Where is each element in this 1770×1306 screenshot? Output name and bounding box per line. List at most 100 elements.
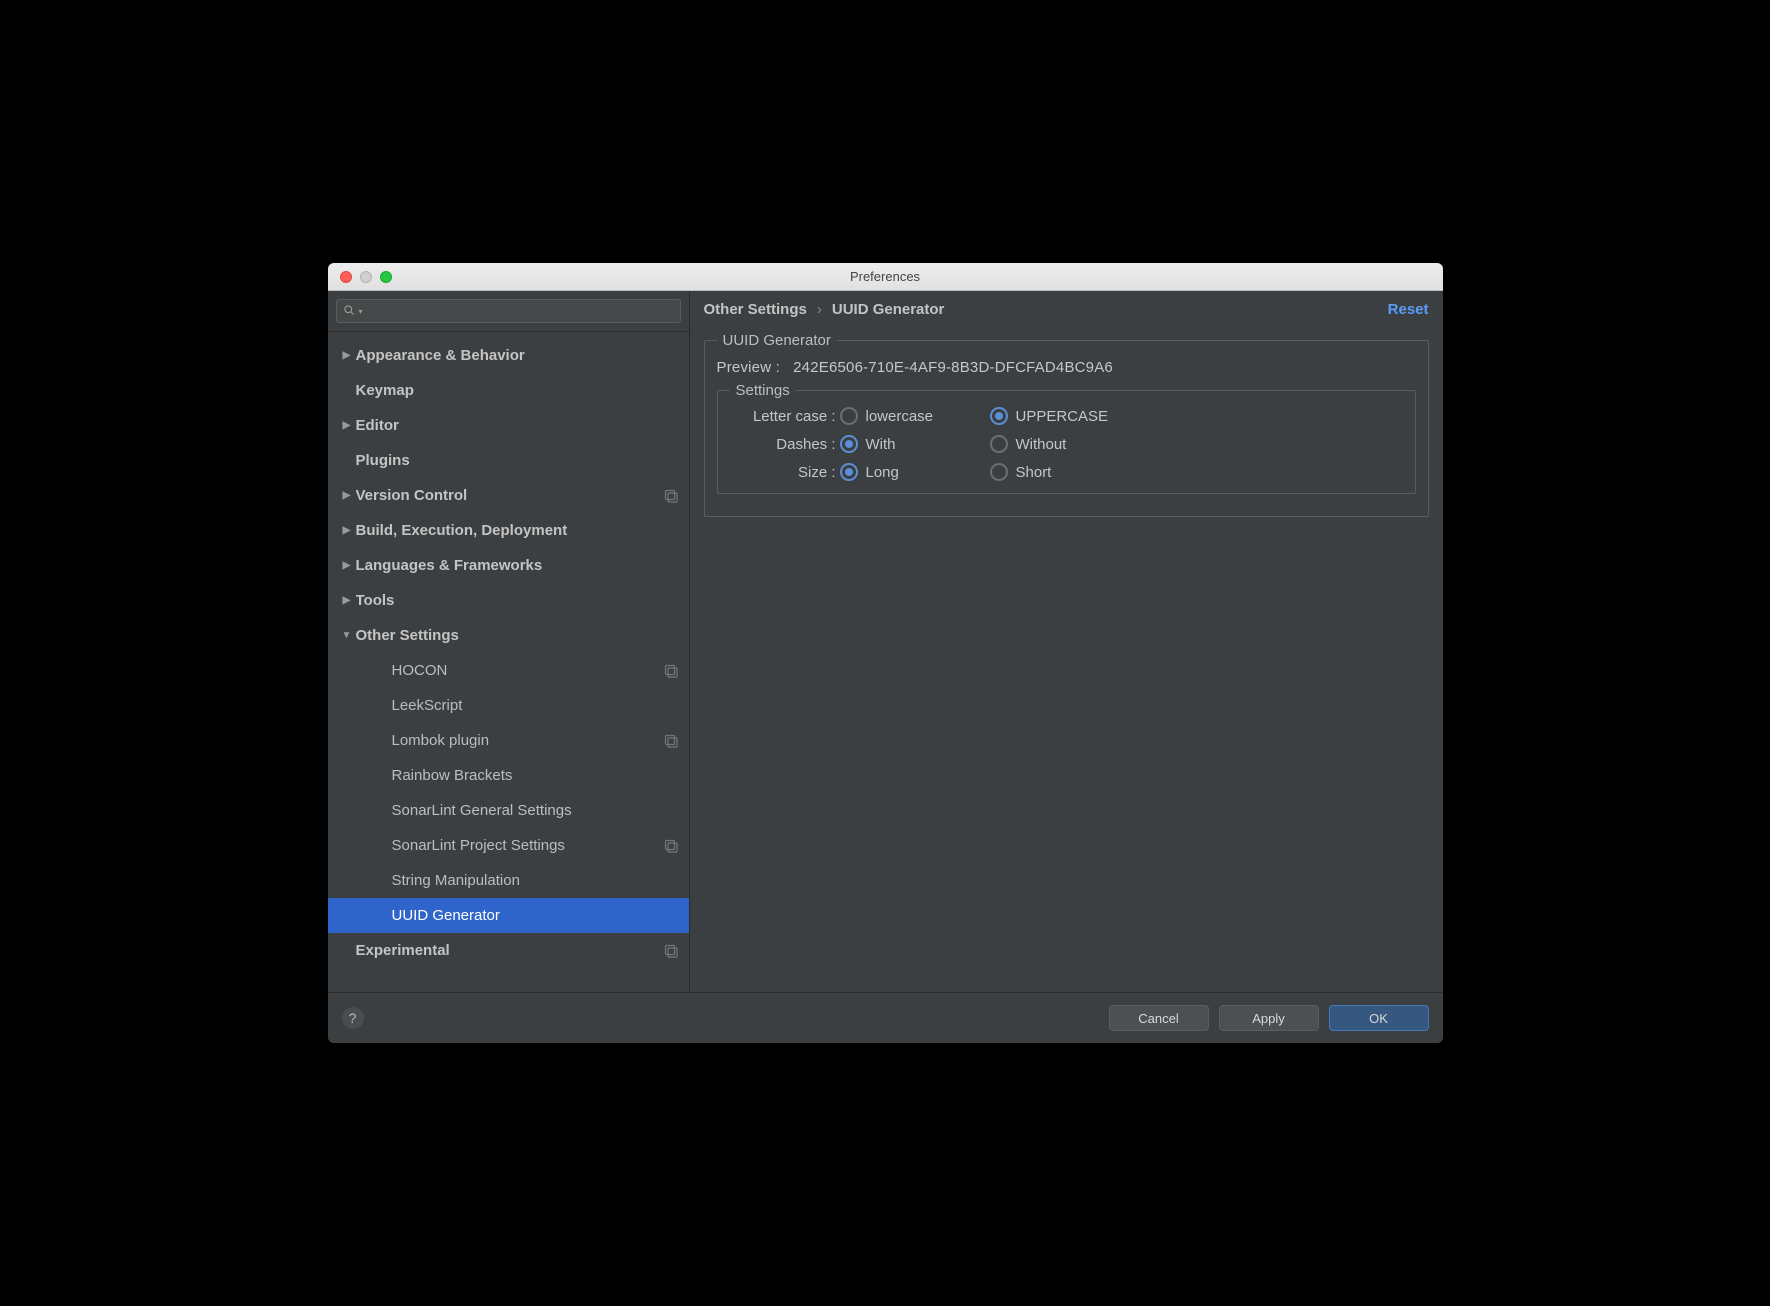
group-title: UUID Generator	[717, 332, 837, 349]
desktop-background: Preferences ▾	[0, 0, 1770, 1306]
main-content: UUID Generator Preview : 242E6506-710E-4…	[690, 326, 1443, 992]
radio-dashes-without[interactable]: Without	[990, 435, 1170, 453]
breadcrumb-current: UUID Generator	[832, 301, 945, 318]
radio-lowercase[interactable]: lowercase	[840, 407, 990, 425]
search-field[interactable]: ▾	[336, 299, 681, 323]
settings-title: Settings	[730, 382, 796, 399]
preview-row: Preview : 242E6506-710E-4AF9-8B3D-DFCFAD…	[717, 357, 1416, 382]
sidebar-item-label: SonarLint General Settings	[368, 802, 679, 819]
radio-icon	[840, 463, 858, 481]
radio-label: Without	[1016, 436, 1067, 453]
uuid-generator-group: UUID Generator Preview : 242E6506-710E-4…	[704, 332, 1429, 517]
sidebar-item[interactable]: ▶Keymap	[328, 373, 689, 408]
apply-button[interactable]: Apply	[1219, 1005, 1319, 1031]
sidebar-item-label: Editor	[356, 417, 679, 434]
project-scope-icon	[663, 663, 679, 679]
dialog-footer: ? Cancel Apply OK	[328, 993, 1443, 1043]
chevron-right-icon: ▶	[338, 595, 356, 606]
radio-icon	[990, 435, 1008, 453]
sidebar-item-label: HOCON	[368, 662, 657, 679]
dialog-body: ▾ ▶Appearance & Behavior▶Keymap▶Editor▶P…	[328, 291, 1443, 993]
chevron-right-icon: ›	[817, 301, 822, 318]
sidebar-item[interactable]: SonarLint General Settings	[328, 793, 689, 828]
search-input[interactable]	[367, 303, 674, 319]
sidebar-item[interactable]: ▶Version Control	[328, 478, 689, 513]
radio-icon	[840, 407, 858, 425]
help-icon: ?	[349, 1010, 357, 1026]
sidebar-item-label: Rainbow Brackets	[368, 767, 679, 784]
chevron-right-icon: ▶	[338, 490, 356, 501]
titlebar: Preferences	[328, 263, 1443, 291]
search-icon	[343, 304, 355, 319]
chevron-right-icon: ▶	[338, 420, 356, 431]
chevron-down-icon: ▼	[338, 630, 356, 641]
sidebar-item-label: Experimental	[356, 942, 657, 959]
main-header: Other Settings › UUID Generator Reset	[690, 291, 1443, 326]
sidebar-item[interactable]: ▼Other Settings	[328, 618, 689, 653]
sidebar-item-label: Version Control	[356, 487, 657, 504]
ok-button[interactable]: OK	[1329, 1005, 1429, 1031]
project-scope-icon	[663, 943, 679, 959]
cancel-button[interactable]: Cancel	[1109, 1005, 1209, 1031]
minimize-icon	[360, 271, 372, 283]
radio-dashes-with[interactable]: With	[840, 435, 990, 453]
sidebar-item[interactable]: UUID Generator	[328, 898, 689, 933]
sidebar: ▾ ▶Appearance & Behavior▶Keymap▶Editor▶P…	[328, 291, 690, 992]
sidebar-item[interactable]: ▶Editor	[328, 408, 689, 443]
sidebar-item[interactable]: Rainbow Brackets	[328, 758, 689, 793]
sidebar-item[interactable]: ▶Tools	[328, 583, 689, 618]
reset-link[interactable]: Reset	[1388, 301, 1429, 318]
project-scope-icon	[663, 838, 679, 854]
sidebar-item[interactable]: ▶Languages & Frameworks	[328, 548, 689, 583]
sidebar-item-label: UUID Generator	[368, 907, 679, 924]
size-label: Size :	[730, 464, 840, 481]
breadcrumb: Other Settings › UUID Generator	[704, 301, 1380, 318]
sidebar-item[interactable]: LeekScript	[328, 688, 689, 723]
sidebar-item-label: Other Settings	[356, 627, 679, 644]
radio-uppercase[interactable]: UPPERCASE	[990, 407, 1170, 425]
radio-icon	[840, 435, 858, 453]
close-icon[interactable]	[340, 271, 352, 283]
settings-grid: Letter case : lowercase UPPERCASE	[730, 407, 1403, 481]
sidebar-item[interactable]: String Manipulation	[328, 863, 689, 898]
dashes-label: Dashes :	[730, 436, 840, 453]
breadcrumb-parent[interactable]: Other Settings	[704, 301, 807, 318]
sidebar-item-label: Tools	[356, 592, 679, 609]
radio-size-short[interactable]: Short	[990, 463, 1170, 481]
radio-label: UPPERCASE	[1016, 408, 1109, 425]
settings-group: Settings Letter case : lowercase	[717, 382, 1416, 494]
sidebar-item-label: String Manipulation	[368, 872, 679, 889]
project-scope-icon	[663, 733, 679, 749]
letter-case-label: Letter case :	[730, 408, 840, 425]
radio-icon	[990, 407, 1008, 425]
sidebar-item[interactable]: ▶Appearance & Behavior	[328, 338, 689, 373]
chevron-right-icon: ▶	[338, 560, 356, 571]
preferences-window: Preferences ▾	[328, 263, 1443, 1043]
radio-label: With	[866, 436, 896, 453]
search-wrap: ▾	[328, 291, 689, 332]
project-scope-icon	[663, 488, 679, 504]
sidebar-item[interactable]: ▶Plugins	[328, 443, 689, 478]
preview-label: Preview :	[717, 359, 781, 376]
help-button[interactable]: ?	[342, 1007, 364, 1029]
sidebar-item[interactable]: Lombok plugin	[328, 723, 689, 758]
sidebar-item-label: LeekScript	[368, 697, 679, 714]
settings-tree[interactable]: ▶Appearance & Behavior▶Keymap▶Editor▶Plu…	[328, 332, 689, 992]
sidebar-item[interactable]: ▶Experimental	[328, 933, 689, 968]
main-panel: Other Settings › UUID Generator Reset UU…	[690, 291, 1443, 992]
radio-label: Short	[1016, 464, 1052, 481]
sidebar-item-label: Plugins	[356, 452, 679, 469]
preview-value: 242E6506-710E-4AF9-8B3D-DFCFAD4BC9A6	[793, 359, 1113, 376]
chevron-right-icon: ▶	[338, 525, 356, 536]
window-controls	[328, 271, 392, 283]
window-title: Preferences	[328, 269, 1443, 284]
chevron-right-icon: ▶	[338, 350, 356, 361]
zoom-icon[interactable]	[380, 271, 392, 283]
radio-label: Long	[866, 464, 899, 481]
radio-size-long[interactable]: Long	[840, 463, 990, 481]
sidebar-item-label: SonarLint Project Settings	[368, 837, 657, 854]
sidebar-item[interactable]: HOCON	[328, 653, 689, 688]
sidebar-item[interactable]: ▶Build, Execution, Deployment	[328, 513, 689, 548]
sidebar-item[interactable]: SonarLint Project Settings	[328, 828, 689, 863]
sidebar-item-label: Keymap	[356, 382, 679, 399]
